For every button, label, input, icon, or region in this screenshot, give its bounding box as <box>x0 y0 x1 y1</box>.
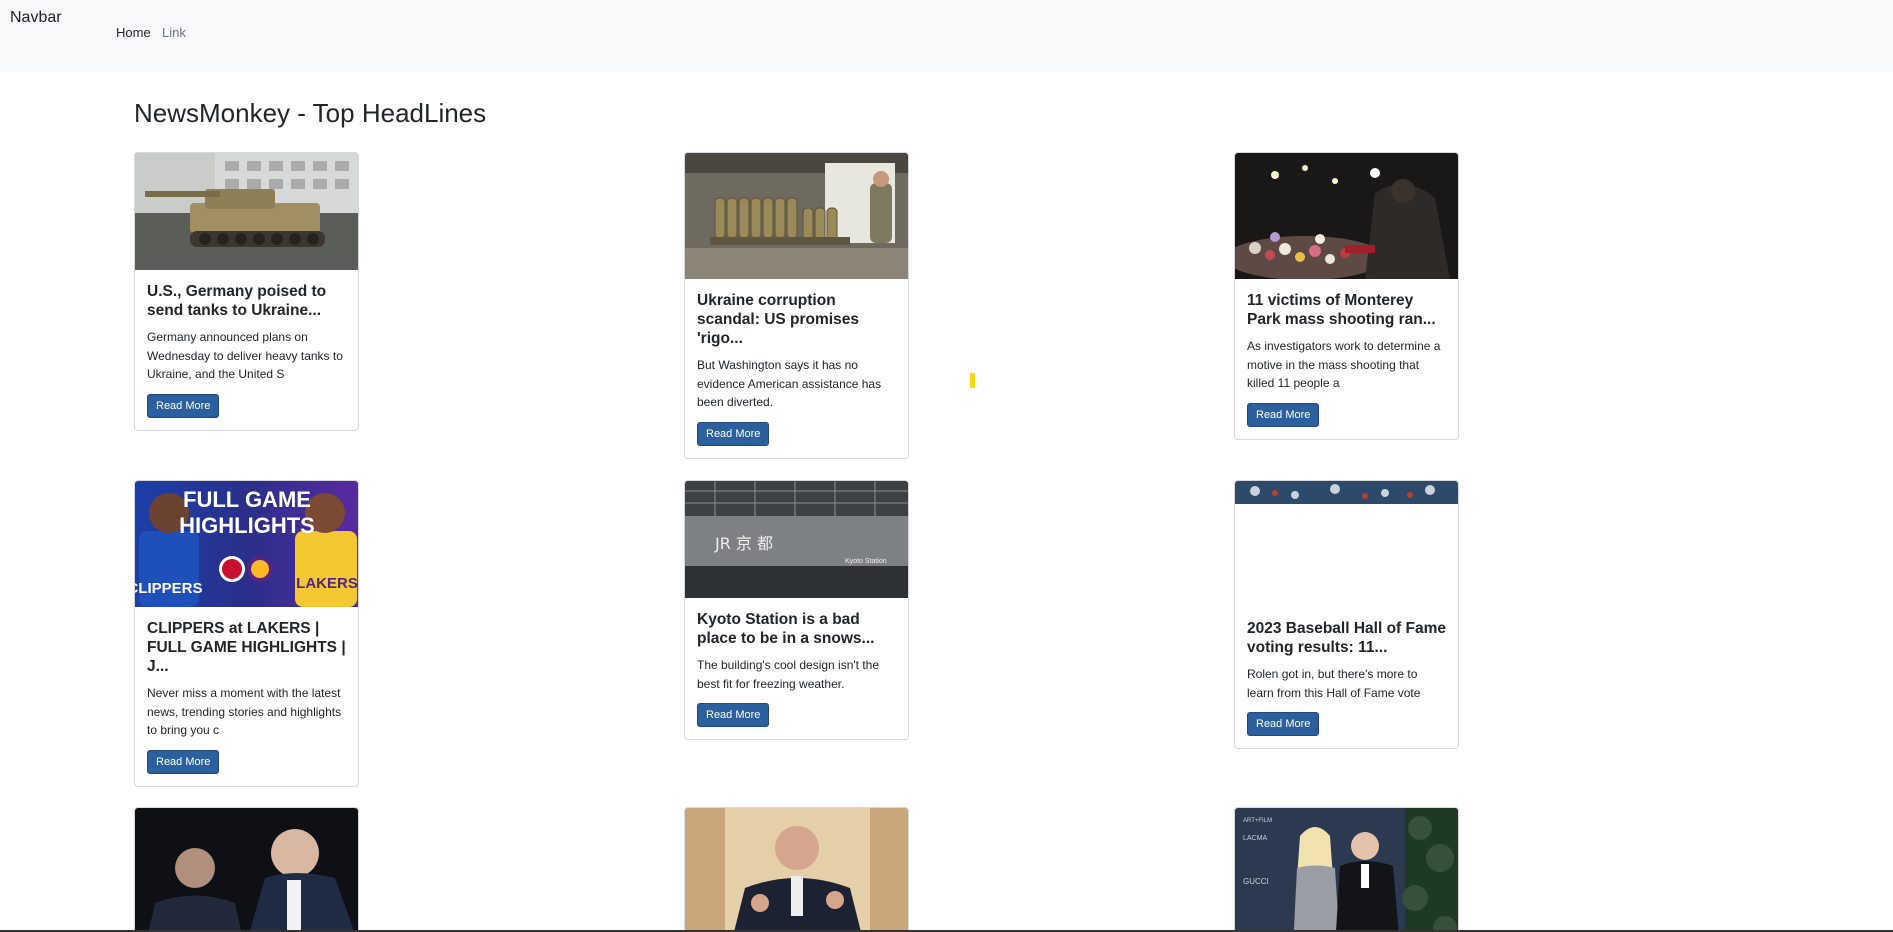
navbar: Navbar Home Link <box>0 0 1893 72</box>
card-text: Rolen got in, but there's more to learn … <box>1247 667 1421 700</box>
nav-link-link[interactable]: Link <box>162 25 186 40</box>
backdrop-text-gucci: GUCCI <box>1243 877 1269 886</box>
news-image-politicians <box>135 808 358 932</box>
lakers-jersey-text: LAKERS <box>296 575 358 592</box>
clippers-jersey-text: CLIPPERS <box>135 580 203 597</box>
read-more-button[interactable]: Read More <box>697 421 770 446</box>
card-text: As investigators work to determine a mot… <box>1247 339 1441 390</box>
news-image-red-carpet: ART+FILM LACMA GUCCI <box>1235 808 1458 932</box>
read-more-button[interactable]: Read More <box>147 393 220 418</box>
backdrop-text-lacma: LACMA <box>1243 835 1267 842</box>
read-more-button[interactable]: Read More <box>1247 402 1320 427</box>
highlights-text-line2: HIGHLIGHTS <box>179 513 315 538</box>
highlights-text-line1: FULL GAME <box>183 487 311 512</box>
news-card: 11 victims of Monterey Park mass shootin… <box>1234 152 1459 440</box>
news-card <box>134 807 359 932</box>
card-text: Never miss a moment with the latest news… <box>147 686 342 737</box>
news-card: U.S., Germany poised to send tanks to Uk… <box>134 152 359 431</box>
news-card: FULL GAME HIGHLIGHTS CLIPPERS LAKERS CLI… <box>134 480 359 787</box>
news-card <box>684 807 909 932</box>
card-title: Ukraine corruption scandal: US promises … <box>697 292 859 347</box>
nav-link-home[interactable]: Home <box>116 25 151 40</box>
news-card: JR 京 都 Kyoto Station Kyoto Station is a … <box>684 480 909 740</box>
card-title: Kyoto Station is a bad place to be in a … <box>697 611 875 647</box>
card-text: Germany announced plans on Wednesday to … <box>147 330 343 381</box>
card-title: 11 victims of Monterey Park mass shootin… <box>1247 292 1436 328</box>
card-text: But Washington says it has no evidence A… <box>697 358 882 409</box>
news-image-basketball: FULL GAME HIGHLIGHTS CLIPPERS LAKERS <box>135 481 358 607</box>
page-title: NewsMonkey - Top HeadLines <box>134 98 487 128</box>
news-image-artillery <box>685 153 908 279</box>
kyoto-sign-text: JR 京 都 <box>714 534 773 553</box>
card-title: U.S., Germany poised to send tanks to Uk… <box>147 283 327 319</box>
kyoto-station-small-text: Kyoto Station <box>845 558 887 565</box>
navbar-brand[interactable]: Navbar <box>10 9 62 27</box>
card-text: The building's cool design isn't the bes… <box>697 658 880 691</box>
card-title: 2023 Baseball Hall of Fame voting result… <box>1247 620 1447 656</box>
news-card: 2023 Baseball Hall of Fame voting result… <box>1234 480 1459 749</box>
card-title: CLIPPERS at LAKERS | FULL GAME HIGHLIGHT… <box>147 620 346 675</box>
news-image-kyoto-station: JR 京 都 Kyoto Station <box>685 481 908 598</box>
read-more-button[interactable]: Read More <box>147 749 220 774</box>
backdrop-text-artfilm: ART+FILM <box>1243 818 1272 824</box>
news-image-memorial <box>1235 153 1458 279</box>
news-image-tank <box>135 153 358 270</box>
read-more-button[interactable]: Read More <box>697 703 770 727</box>
news-card: ART+FILM LACMA GUCCI <box>1234 807 1459 932</box>
news-card: Ukraine corruption scandal: US promises … <box>684 152 909 459</box>
news-image-speaker <box>685 808 908 932</box>
news-image-baseball <box>1235 481 1458 607</box>
cursor-indicator <box>970 373 975 388</box>
read-more-button[interactable]: Read More <box>1247 712 1320 736</box>
